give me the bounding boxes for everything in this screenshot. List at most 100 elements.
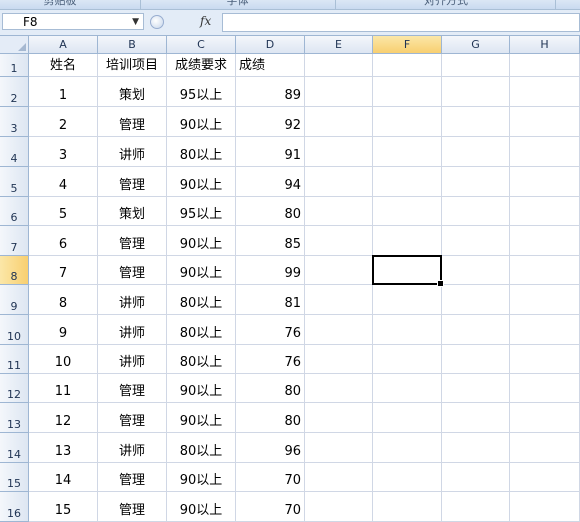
cell-g15[interactable]	[442, 463, 510, 492]
cell-g11[interactable]	[442, 345, 510, 374]
column-header-d[interactable]: D	[236, 36, 305, 54]
cell-e6[interactable]	[305, 197, 373, 226]
cell-b4[interactable]: 讲师	[98, 137, 167, 167]
cell-a13[interactable]: 12	[29, 403, 98, 433]
row-header-12[interactable]: 12	[0, 374, 29, 403]
cell-h11[interactable]	[510, 345, 580, 374]
cell-h10[interactable]	[510, 315, 580, 345]
cell-e2[interactable]	[305, 77, 373, 107]
cell-h7[interactable]	[510, 226, 580, 256]
cell-f9[interactable]	[373, 285, 442, 315]
cell-a2[interactable]: 1	[29, 77, 98, 107]
cell-g3[interactable]	[442, 107, 510, 137]
column-header-b[interactable]: B	[98, 36, 167, 54]
column-header-g[interactable]: G	[442, 36, 510, 54]
cell-d14[interactable]: 96	[236, 433, 305, 463]
cell-c12[interactable]: 90以上	[167, 374, 236, 403]
cell-g5[interactable]	[442, 167, 510, 197]
cell-a6[interactable]: 5	[29, 197, 98, 226]
formula-input[interactable]	[222, 13, 580, 32]
row-header-7[interactable]: 7	[0, 226, 29, 256]
cell-c13[interactable]: 90以上	[167, 403, 236, 433]
row-header-4[interactable]: 4	[0, 137, 29, 167]
cell-g13[interactable]	[442, 403, 510, 433]
cell-f1[interactable]	[373, 54, 442, 77]
cell-d11[interactable]: 76	[236, 345, 305, 374]
cell-b13[interactable]: 管理	[98, 403, 167, 433]
cell-c9[interactable]: 80以上	[167, 285, 236, 315]
cell-f12[interactable]	[373, 374, 442, 403]
cell-b11[interactable]: 讲师	[98, 345, 167, 374]
cell-f4[interactable]	[373, 137, 442, 167]
cell-h13[interactable]	[510, 403, 580, 433]
cell-f3[interactable]	[373, 107, 442, 137]
row-header-15[interactable]: 15	[0, 463, 29, 492]
ribbon-group-clipboard[interactable]: 剪贴板	[20, 0, 100, 8]
cell-d7[interactable]: 85	[236, 226, 305, 256]
cell-c5[interactable]: 90以上	[167, 167, 236, 197]
cell-f6[interactable]	[373, 197, 442, 226]
cell-a15[interactable]: 14	[29, 463, 98, 492]
cell-f11[interactable]	[373, 345, 442, 374]
cell-a1[interactable]: 姓名	[29, 54, 98, 77]
cell-d2[interactable]: 89	[236, 77, 305, 107]
cell-h8[interactable]	[510, 256, 580, 285]
cell-c11[interactable]: 80以上	[167, 345, 236, 374]
cell-g12[interactable]	[442, 374, 510, 403]
cell-h4[interactable]	[510, 137, 580, 167]
cell-d13[interactable]: 80	[236, 403, 305, 433]
cell-f5[interactable]	[373, 167, 442, 197]
cell-a5[interactable]: 4	[29, 167, 98, 197]
cell-h5[interactable]	[510, 167, 580, 197]
cell-a10[interactable]: 9	[29, 315, 98, 345]
cell-c3[interactable]: 90以上	[167, 107, 236, 137]
cell-f2[interactable]	[373, 77, 442, 107]
cell-a11[interactable]: 10	[29, 345, 98, 374]
row-header-9[interactable]: 9	[0, 285, 29, 315]
cell-e15[interactable]	[305, 463, 373, 492]
cell-e12[interactable]	[305, 374, 373, 403]
row-header-2[interactable]: 2	[0, 77, 29, 107]
name-box[interactable]: F8 ▼	[2, 13, 144, 30]
cell-g9[interactable]	[442, 285, 510, 315]
cell-g14[interactable]	[442, 433, 510, 463]
cell-e9[interactable]	[305, 285, 373, 315]
cell-g8[interactable]	[442, 256, 510, 285]
row-header-13[interactable]: 13	[0, 403, 29, 433]
cell-d10[interactable]: 76	[236, 315, 305, 345]
cell-c1[interactable]: 成绩要求	[167, 54, 236, 77]
cell-c8[interactable]: 90以上	[167, 256, 236, 285]
splitter-handle[interactable]	[150, 15, 164, 29]
cell-a7[interactable]: 6	[29, 226, 98, 256]
cell-c7[interactable]: 90以上	[167, 226, 236, 256]
cell-h1[interactable]	[510, 54, 580, 77]
column-header-c[interactable]: C	[167, 36, 236, 54]
cell-c15[interactable]: 90以上	[167, 463, 236, 492]
cell-h12[interactable]	[510, 374, 580, 403]
cell-b9[interactable]: 讲师	[98, 285, 167, 315]
cell-e8[interactable]	[305, 256, 373, 285]
dropdown-arrow-icon[interactable]: ▼	[132, 14, 139, 31]
cell-h2[interactable]	[510, 77, 580, 107]
cell-e10[interactable]	[305, 315, 373, 345]
row-header-1[interactable]: 1	[0, 54, 29, 77]
cell-b5[interactable]: 管理	[98, 167, 167, 197]
cell-b15[interactable]: 管理	[98, 463, 167, 492]
row-header-11[interactable]: 11	[0, 345, 29, 374]
cell-b10[interactable]: 讲师	[98, 315, 167, 345]
cell-g6[interactable]	[442, 197, 510, 226]
cell-b12[interactable]: 管理	[98, 374, 167, 403]
row-header-6[interactable]: 6	[0, 197, 29, 226]
cell-f15[interactable]	[373, 463, 442, 492]
cell-g10[interactable]	[442, 315, 510, 345]
cell-h6[interactable]	[510, 197, 580, 226]
cell-a4[interactable]: 3	[29, 137, 98, 167]
column-header-a[interactable]: A	[29, 36, 98, 54]
cell-e1[interactable]	[305, 54, 373, 77]
cell-b6[interactable]: 策划	[98, 197, 167, 226]
cell-e13[interactable]	[305, 403, 373, 433]
column-header-h[interactable]: H	[510, 36, 580, 54]
cell-g4[interactable]	[442, 137, 510, 167]
select-all-button[interactable]	[0, 36, 29, 54]
row-header-5[interactable]: 5	[0, 167, 29, 197]
